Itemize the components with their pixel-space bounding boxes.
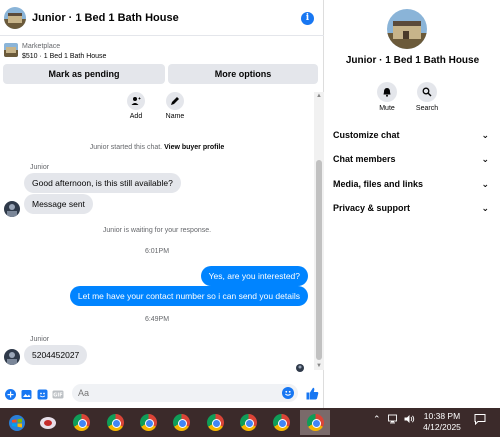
search-label: Search — [415, 105, 439, 112]
start-icon[interactable] — [2, 410, 32, 435]
chrome-icon[interactable] — [166, 410, 196, 435]
add-person-icon — [127, 92, 145, 110]
chrome-icon[interactable] — [100, 410, 130, 435]
gif-icon[interactable]: GIF — [52, 388, 64, 400]
sender-avatar[interactable] — [4, 201, 20, 217]
notification-icon[interactable] — [474, 413, 486, 427]
more-options-button[interactable]: More options — [168, 64, 318, 84]
seen-avatar — [296, 364, 304, 372]
message-input[interactable] — [72, 384, 272, 402]
message-bubble-incoming[interactable]: 5204452027 — [24, 345, 88, 365]
taskbar-clock[interactable]: 10:38 PM 4/12/2025 — [420, 411, 464, 433]
menu-chat-members[interactable]: Chat members ⌄ — [333, 154, 489, 164]
info-icon[interactable]: i — [301, 12, 314, 25]
add-label: Add — [129, 113, 143, 120]
sender-avatar[interactable] — [4, 349, 20, 365]
details-title: Junior · 1 Bed 1 Bath House — [345, 55, 480, 66]
mute-label: Mute — [379, 105, 395, 112]
message-scrollbar[interactable]: ▲ ▼ — [314, 92, 324, 370]
chat-title[interactable]: Junior · 1 Bed 1 Bath House — [32, 12, 179, 24]
listing-avatar[interactable] — [4, 6, 26, 29]
scroll-up-icon[interactable]: ▲ — [315, 92, 323, 100]
chrome-icon-active[interactable] — [300, 410, 330, 435]
chrome-icon[interactable] — [233, 410, 263, 435]
composer: GIF — [0, 383, 324, 405]
clock-date: 4/12/2025 — [423, 422, 461, 432]
listing-avatar-large[interactable] — [387, 9, 427, 49]
chrome-icon[interactable] — [200, 410, 230, 435]
chevron-down-icon: ⌄ — [481, 130, 489, 140]
pencil-icon — [166, 92, 184, 110]
menu-customize-chat[interactable]: Customize chat ⌄ — [333, 130, 489, 140]
chrome-icon[interactable] — [266, 410, 296, 435]
svg-text:GIF: GIF — [53, 392, 62, 398]
message-bubble-incoming[interactable]: Good afternoon, is this still available? — [24, 173, 181, 193]
menu-label: Media, files and links — [333, 179, 424, 189]
tray-chevron-up-icon[interactable]: ⌃ — [373, 414, 381, 425]
menu-label: Privacy & support — [333, 203, 411, 213]
emoji-icon[interactable] — [282, 387, 294, 399]
clock-time: 10:38 PM — [423, 411, 461, 421]
timestamp: 6:01PM — [144, 248, 170, 255]
scroll-thumb[interactable] — [316, 160, 322, 360]
name-action[interactable]: Name — [160, 92, 190, 120]
sticker-icon[interactable] — [36, 388, 48, 400]
chevron-down-icon: ⌄ — [481, 154, 489, 164]
message-bubble-incoming[interactable]: Message sent — [24, 194, 93, 214]
windows-taskbar: ⌃ 10:38 PM 4/12/2025 — [0, 408, 500, 437]
search-icon — [417, 82, 437, 102]
search-button[interactable]: Search — [409, 82, 445, 112]
menu-media-files-links[interactable]: Media, files and links ⌄ — [333, 179, 489, 189]
sender-name: Junior — [30, 164, 50, 171]
timestamp: 6:49PM — [144, 316, 170, 323]
scroll-down-icon[interactable]: ▼ — [315, 362, 323, 370]
listing-price-title[interactable]: $510 · 1 Bed 1 Bath House — [22, 53, 106, 60]
chat-details-panel: Junior · 1 Bed 1 Bath House Mute Search … — [325, 0, 500, 408]
chat-actions: Add Name — [0, 92, 314, 122]
chat-pane: Junior · 1 Bed 1 Bath House i Marketplac… — [0, 0, 324, 408]
chat-started-notice: Junior started this chat. View buyer pro… — [0, 144, 314, 151]
mark-as-pending-button[interactable]: Mark as pending — [3, 64, 165, 84]
waiting-notice: Junior is waiting for your response. — [102, 227, 212, 234]
name-label: Name — [165, 113, 185, 120]
sender-name: Junior — [30, 336, 50, 343]
add-action[interactable]: Add — [121, 92, 151, 120]
volume-icon[interactable] — [404, 414, 415, 426]
chevron-down-icon: ⌄ — [481, 203, 489, 213]
network-icon[interactable] — [388, 414, 399, 426]
menu-label: Customize chat — [333, 130, 400, 140]
message-bubble-outgoing[interactable]: Yes, are you interested? — [200, 266, 308, 286]
message-bubble-outgoing[interactable]: Let me have your contact number so i can… — [69, 286, 308, 306]
menu-label: Chat members — [333, 154, 396, 164]
chrome-icon[interactable] — [133, 410, 163, 435]
image-icon[interactable] — [20, 388, 32, 400]
chat-header: Junior · 1 Bed 1 Bath House i — [0, 0, 324, 36]
plus-icon[interactable] — [4, 388, 16, 400]
menu-privacy-support[interactable]: Privacy & support ⌄ — [333, 203, 489, 213]
view-buyer-profile-link[interactable]: View buyer profile — [164, 144, 224, 151]
chrome-icon[interactable] — [66, 410, 96, 435]
app-taskbar-icon[interactable] — [33, 410, 63, 435]
thumbs-up-icon[interactable] — [306, 387, 319, 402]
message-input-wrapper — [72, 384, 298, 402]
chat-started-text: Junior started this chat. — [89, 144, 163, 151]
message-list: Junior started this chat. View buyer pro… — [0, 130, 314, 380]
bell-icon — [377, 82, 397, 102]
chevron-down-icon: ⌄ — [481, 179, 489, 189]
listing-thumbnail[interactable] — [4, 43, 18, 57]
listing-source: Marketplace — [22, 43, 61, 50]
mute-button[interactable]: Mute — [369, 82, 405, 112]
